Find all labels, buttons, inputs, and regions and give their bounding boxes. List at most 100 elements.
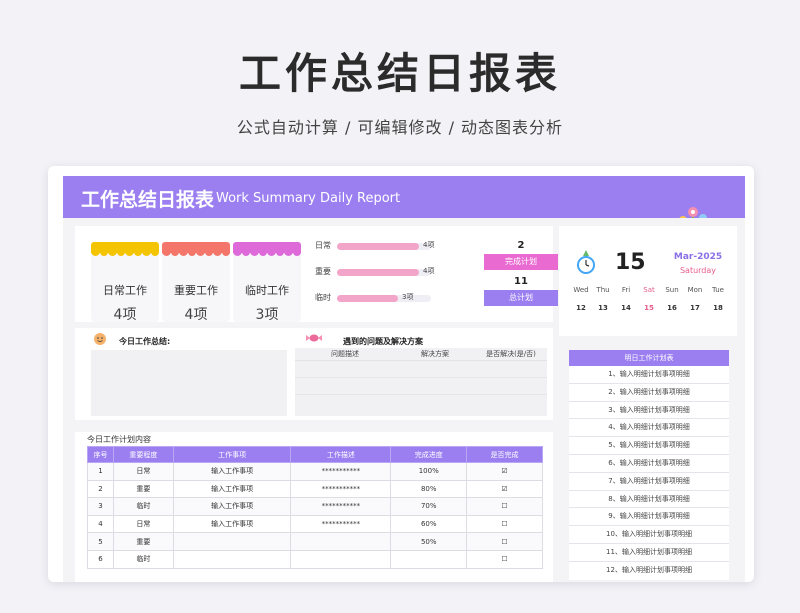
calendar-date[interactable]: 17 [684,304,706,312]
weekday-label: Fri [621,286,631,294]
cell-desc[interactable] [290,532,392,551]
col-desc: 工作描述 [290,446,392,463]
candy-icon [306,334,322,342]
calendar-date[interactable]: 13 [592,304,614,312]
problems-col-resolved: 是否解决(是/否) [486,350,536,358]
calendar-date[interactable]: 18 [707,304,729,312]
summary-title: 今日工作总结: [119,337,171,346]
cell-desc[interactable]: *********** [290,479,392,499]
col-done: 是否完成 [466,446,543,463]
smiley-icon [94,333,106,345]
cell-item[interactable]: 输入工作事项 [172,479,292,499]
alarm-clock-icon [577,250,595,274]
category-label: 临时工作 [245,284,289,297]
tomorrow-item[interactable]: 3、输入明细计划事项明细 [569,401,729,420]
cell-level[interactable]: 临时 [112,497,174,516]
cell-desc[interactable] [290,549,392,569]
problems-col-solution: 解决方案 [421,350,449,358]
cell-progress[interactable]: 100% [390,462,468,481]
cell-no: 2 [87,479,114,499]
checkbox[interactable]: ☑ [466,479,543,499]
checkbox[interactable]: ☑ [466,462,543,481]
tomorrow-item[interactable]: 9、输入明细计划事项明细 [569,508,729,527]
cell-progress[interactable]: 70% [390,497,468,516]
report-sheet: 工作总结日报表 Work Summary Daily Report 日常工作 4… [48,166,754,582]
plan-title: 今日工作计划内容 [87,435,151,444]
cell-progress[interactable]: 60% [390,514,468,534]
tomorrow-item[interactable]: 1、输入明细计划事项明细 [569,366,729,384]
weekday-label: Tue [712,286,724,294]
total-plan-button[interactable]: 总计划 [484,290,558,306]
bar-daily: 日常 4项 [315,240,475,254]
summary-textarea[interactable] [91,350,287,416]
tomorrow-item[interactable]: 5、输入明细计划事项明细 [569,437,729,455]
calendar-month: Mar-2025 [673,252,723,262]
weekday-label: Sat [643,286,655,294]
tomorrow-panel: 明日工作计划表 1、输入明细计划事项明细 2、输入明细计划事项明细 3、输入明细… [559,342,737,582]
tomorrow-item[interactable]: 12、输入明细计划事项明细 [569,561,729,580]
cell-no: 1 [87,462,114,481]
promo-subtitle: 公式自动计算 / 可编辑修改 / 动态图表分析 [236,118,564,137]
cell-item[interactable] [172,549,292,569]
cell-item[interactable]: 输入工作事项 [172,497,292,516]
tomorrow-item[interactable]: 2、输入明细计划事项明细 [569,383,729,402]
cell-level[interactable]: 日常 [112,514,174,534]
summary-panel: 今日工作总结: 遇到的问题及解决方案 问题描述 解决方案 是否解决(是/否) [75,328,553,420]
calendar-date-today[interactable]: 15 [638,304,660,312]
weekday-label: Mon [687,286,703,294]
plan-panel: 今日工作计划内容 序号 重要程度 工作事项 工作描述 完成进度 是否完成 1 日… [75,432,553,582]
col-item: 工作事项 [172,446,292,463]
cell-progress[interactable]: 50% [390,532,468,551]
cell-item[interactable] [172,532,292,551]
cell-item[interactable]: 输入工作事项 [172,514,292,534]
table-row: 1 日常 输入工作事项 *********** 100% ☑ [87,462,543,481]
tomorrow-item[interactable]: 4、输入明细计划事项明细 [569,419,729,438]
overview-panel: 日常工作 4项 重要工作 4项 临时工作 3项 日常 4项 重要 4项 临时 3… [75,226,558,323]
tomorrow-item[interactable]: 7、输入明细计划事项明细 [569,472,729,491]
tomorrow-item[interactable]: 6、输入明细计划事项明细 [569,455,729,473]
cell-no: 5 [87,532,114,551]
cell-level[interactable]: 重要 [112,532,174,551]
calendar-day: 15 [615,250,646,275]
cell-progress[interactable] [390,549,468,569]
tomorrow-title: 明日工作计划表 [569,350,729,366]
cell-item[interactable]: 输入工作事项 [172,462,292,481]
bar-value: 3项 [402,293,414,301]
checkbox[interactable]: ☐ [466,532,543,551]
col-level: 重要程度 [112,446,174,463]
checkbox[interactable]: ☐ [466,514,543,534]
bar-value: 4项 [423,241,435,249]
report-content: 日常工作 4项 重要工作 4项 临时工作 3项 日常 4项 重要 4项 临时 3… [63,218,745,582]
bar-value: 4项 [423,267,435,275]
cell-progress[interactable]: 80% [390,479,468,499]
problems-table: 问题描述 解决方案 是否解决(是/否) [295,348,547,416]
tomorrow-item[interactable]: 10、输入明细计划事项明细 [569,526,729,544]
category-count: 3项 [255,307,279,323]
report-title-en: Work Summary Daily Report [216,191,401,206]
cell-level[interactable]: 重要 [112,479,174,499]
cell-level[interactable]: 日常 [112,462,174,481]
calendar-date[interactable]: 16 [661,304,683,312]
header-banner: 工作总结日报表 Work Summary Daily Report [63,176,745,226]
cell-desc[interactable]: *********** [290,497,392,516]
bar-fill [337,295,398,302]
category-label: 重要工作 [174,284,218,297]
cell-desc[interactable]: *********** [290,462,392,481]
tomorrow-item[interactable]: 8、输入明细计划事项明细 [569,490,729,509]
checkbox[interactable]: ☐ [466,549,543,569]
category-count: 4项 [184,307,208,323]
checkbox[interactable]: ☐ [466,497,543,516]
calendar-date[interactable]: 14 [615,304,637,312]
cell-level[interactable]: 临时 [112,549,174,569]
cell-no: 6 [87,549,114,569]
cell-desc[interactable]: *********** [290,514,392,534]
bar-fill [337,243,419,250]
bar-label: 临时 [315,293,331,302]
table-row: 5 重要 50% ☐ [87,532,543,551]
category-count: 4项 [113,307,137,323]
plan-table: 序号 重要程度 工作事项 工作描述 完成进度 是否完成 1 日常 输入工作事项 … [87,446,543,569]
completed-plan-button[interactable]: 完成计划 [484,254,558,270]
tomorrow-item[interactable]: 11、输入明细计划事项明细 [569,544,729,562]
calendar-date[interactable]: 12 [570,304,592,312]
promo-title: 工作总结日报表 [238,49,561,98]
